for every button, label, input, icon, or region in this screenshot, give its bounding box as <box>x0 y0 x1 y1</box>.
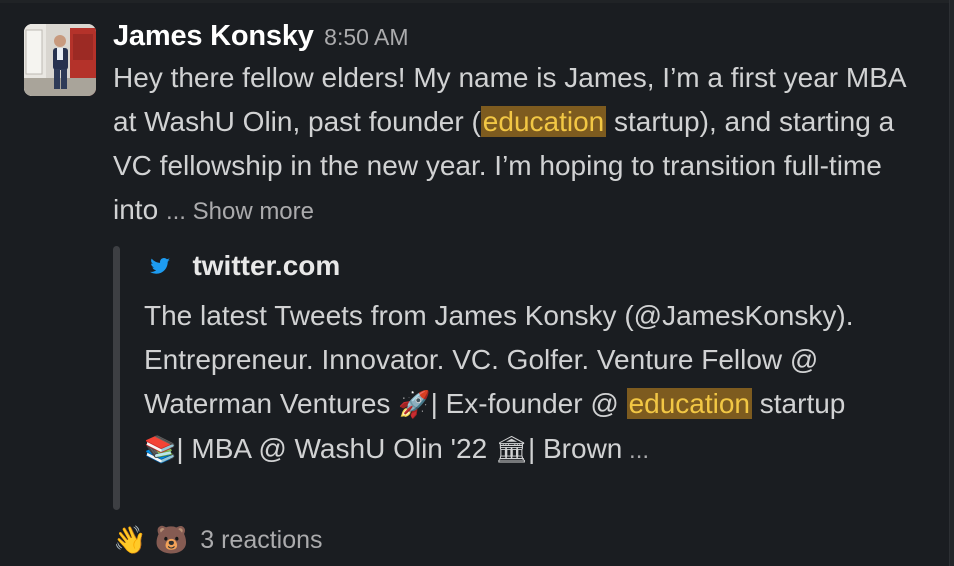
avatar[interactable] <box>24 24 96 96</box>
scrollbar-track[interactable] <box>949 0 954 566</box>
unfurl-source-name[interactable]: twitter.com <box>192 250 340 281</box>
reactions-count[interactable]: 3 reactions <box>200 526 322 555</box>
reactions-bar[interactable]: 👋 🐻 3 reactions <box>113 524 323 556</box>
message-header: James Konsky 8:50 AM <box>113 20 409 53</box>
message-text: Hey there fellow elders! My name is Jame… <box>113 56 913 234</box>
timestamp[interactable]: 8:50 AM <box>324 24 408 50</box>
message: James Konsky 8:50 AM Hey there fellow el… <box>0 0 954 566</box>
show-more-link[interactable]: ... Show more <box>166 198 314 225</box>
search-highlight: education <box>480 106 607 137</box>
twitter-bird-icon <box>148 254 172 278</box>
classical-building-emoji: 🏛 <box>494 435 528 465</box>
bear-emoji[interactable]: 🐻 <box>155 524 189 556</box>
unfurl-text-part: | MBA @ WashU Olin '22 <box>176 433 495 464</box>
search-highlight: education <box>626 388 752 419</box>
unfurl-border <box>113 246 120 510</box>
books-emoji: 📚 <box>144 435 177 465</box>
author-name[interactable]: James Konsky <box>113 20 314 52</box>
unfurl-text-part: startup <box>752 388 846 419</box>
unfurl-text-part: | Ex-founder @ <box>430 388 627 419</box>
rocket-emoji: 🚀 <box>398 390 431 420</box>
unfurl-source[interactable]: twitter.com <box>148 250 340 282</box>
unfurl-ellipsis: ... <box>622 437 650 464</box>
top-divider <box>0 0 954 3</box>
wave-emoji[interactable]: 👋 <box>113 524 147 556</box>
unfurl-text-part: | Brown <box>527 433 623 464</box>
unfurl-description: The latest Tweets from James Konsky (@Ja… <box>144 294 884 473</box>
